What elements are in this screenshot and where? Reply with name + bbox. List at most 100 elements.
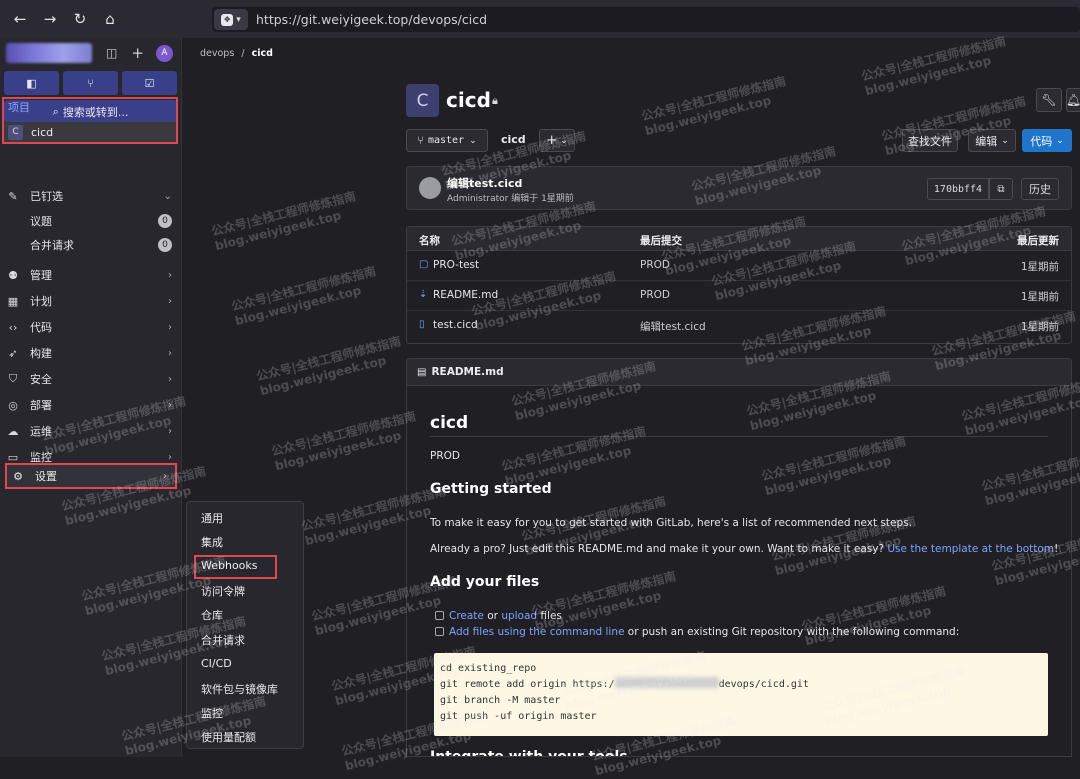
instance-logo[interactable] — [6, 43, 92, 63]
branch-icon: ⑂ — [417, 134, 424, 147]
branch-selector[interactable]: ⑂ master ⌄ — [406, 129, 488, 152]
calendar-icon: ▦ — [7, 294, 19, 308]
upload-link[interactable]: upload — [501, 610, 537, 622]
watermark: 公众号|全栈工程师修炼指南 blog.weiyigeek.top — [255, 334, 403, 399]
code-block: cd existing_repo git remote add origin h… — [434, 653, 1048, 736]
find-file-button[interactable]: 查找文件 — [902, 129, 958, 152]
repo-path[interactable]: cicd — [501, 133, 526, 146]
readme-paragraph: Already a pro? Just edit this README.md … — [430, 543, 1059, 555]
sidebar-item-deploy[interactable]: ◎ 部署 › — [6, 395, 176, 415]
table-header: 名称 最后提交 最后更新 — [407, 227, 1071, 251]
watermark: 公众号|全栈工程师修炼指南 blog.weiyigeek.top — [230, 264, 378, 329]
task-item: Create or upload files — [435, 610, 562, 622]
task-checkbox[interactable] — [435, 627, 444, 636]
breadcrumb-project[interactable]: cicd — [252, 48, 273, 59]
count-badge: 0 — [158, 214, 172, 228]
reload-icon[interactable]: ↻ — [66, 5, 94, 33]
add-dropdown-button[interactable]: + ⌄ — [539, 129, 575, 152]
url-text[interactable]: https://git.weiyigeek.top/devops/cicd — [256, 12, 487, 27]
back-icon[interactable]: ← — [6, 5, 34, 33]
chevron-down-icon: ⌄ — [560, 135, 568, 146]
edit-dropdown-button[interactable]: 编辑 ⌄ — [968, 129, 1016, 152]
monitor-icon: ▭ — [7, 450, 19, 464]
site-info-icon[interactable]: ❖ ▾ — [214, 9, 248, 30]
sidebar-item-settings[interactable]: ⚙ 设置 › — [5, 463, 177, 489]
watermark: 公众号|全栈工程师修炼指南 blog.weiyigeek.top — [640, 74, 788, 139]
chevron-right-icon: › — [168, 373, 172, 385]
users-icon: ⚉ — [8, 268, 18, 282]
menu-item-packages-registries[interactable]: 软件包与镜像库 — [201, 681, 278, 697]
task-checkbox[interactable] — [435, 611, 444, 620]
sidebar-item-pinned[interactable]: ✎ 已钉选 ⌄ — [6, 186, 176, 206]
menu-item-merge-requests[interactable]: 合并请求 — [201, 632, 245, 648]
menu-item-integrations[interactable]: 集成 — [201, 534, 223, 550]
create-link[interactable]: Create — [449, 610, 484, 622]
copy-sha-button[interactable]: ⧉ — [989, 178, 1013, 200]
table-row[interactable]: ⇣ README.md PROD 1星期前 — [407, 281, 1071, 311]
rocket-icon: ➶ — [8, 346, 18, 360]
menu-item-access-tokens[interactable]: 访问令牌 — [201, 583, 245, 599]
table-row[interactable]: ▯ test.cicd 编辑test.cicd 1星期前 — [407, 311, 1071, 341]
todo-shortcut-icon[interactable]: ☑ — [122, 71, 177, 95]
sidebar-item-issues[interactable]: 议题 0 — [6, 211, 176, 231]
browser-toolbar: ← → ↻ ⌂ ❖ ▾ https://git.weiyigeek.top/dev… — [0, 0, 1080, 38]
merge-requests-shortcut-icon[interactable]: ⑂ — [63, 71, 118, 95]
gear-icon: ⚙ — [13, 469, 23, 483]
breadcrumb-group[interactable]: devops — [200, 48, 234, 59]
history-button[interactable]: 历史 — [1021, 178, 1059, 200]
commit-meta: Administrator 编辑于 1星期前 — [447, 194, 574, 204]
command-line-link[interactable]: Add files using the command line — [449, 626, 624, 638]
sidebar-item-plan[interactable]: ▦ 计划 › — [6, 291, 176, 311]
menu-item-monitor[interactable]: 监控 — [201, 705, 223, 721]
sidebar-item-code[interactable]: ‹› 代码 › — [6, 317, 176, 337]
template-link[interactable]: Use the template at the bottom — [887, 543, 1054, 555]
pin-icon: ✎ — [8, 189, 18, 203]
copy-icon: ⧉ — [997, 183, 1005, 195]
sidebar-item-operate[interactable]: ☁ 运维 › — [6, 421, 176, 441]
chevron-down-icon: ⌄ — [1001, 135, 1009, 146]
readme-header: ▤ README.md — [407, 359, 1071, 386]
issues-shortcut-icon[interactable]: ◧ — [4, 71, 59, 95]
avatar[interactable] — [419, 177, 441, 199]
address-bar[interactable]: ❖ ▾ https://git.weiyigeek.top/devops/cicd — [212, 7, 1080, 32]
sidebar-item-manage[interactable]: ⚉ 管理 › — [6, 265, 176, 285]
commit-sha[interactable]: 170bbff4 — [927, 178, 989, 200]
menu-item-general[interactable]: 通用 — [201, 510, 223, 526]
sidebar-item-merge-requests[interactable]: 合并请求 0 — [6, 235, 176, 255]
breadcrumb: devops / cicd — [200, 48, 273, 59]
avatar[interactable]: A — [155, 44, 173, 62]
menu-item-webhooks[interactable]: Webhooks — [201, 559, 258, 572]
sidebar-project-cicd[interactable]: C cicd — [4, 122, 176, 142]
admin-wrench-button[interactable]: 🔧︎ — [1036, 88, 1062, 112]
commit-message[interactable]: 编辑test.cicd — [447, 175, 522, 191]
code-icon: ‹› — [8, 320, 18, 334]
menu-item-usage-quotas[interactable]: 使用量配额 — [201, 729, 256, 745]
home-icon[interactable]: ⌂ — [96, 5, 124, 33]
sidebar-toggle-icon[interactable]: ◫ — [106, 46, 117, 60]
chevron-right-icon: › — [168, 399, 172, 411]
watermark: 公众号|全栈工程师修炼指南 blog.weiyigeek.top — [210, 189, 358, 254]
operate-icon: ☁ — [7, 424, 19, 438]
readme-panel: ▤ README.md cicd PROD Getting started To… — [406, 358, 1072, 757]
table-row[interactable]: ▢ PRO-test PROD 1星期前 — [407, 251, 1071, 281]
code-dropdown-button[interactable]: 代码 ⌄ — [1022, 129, 1072, 152]
forward-icon[interactable]: → — [36, 5, 64, 33]
shield-icon: ⛉ — [8, 372, 18, 385]
sidebar-item-build[interactable]: ➶ 构建 › — [6, 343, 176, 363]
new-item-icon[interactable]: + — [131, 44, 144, 62]
notification-button[interactable]: 🔔︎ — [1066, 88, 1080, 112]
watermark: 公众号|全栈工程师修炼指南 blog.weiyigeek.top — [860, 34, 1008, 99]
sidebar-item-secure[interactable]: ⛉ 安全 › — [6, 369, 176, 389]
section-title: 项目 — [8, 101, 30, 114]
project-name: cicd — [31, 125, 54, 139]
heading-getting-started: Getting started — [430, 481, 552, 497]
chevron-down-icon: ⌄ — [469, 135, 477, 146]
menu-item-cicd[interactable]: CI/CD — [201, 657, 232, 670]
settings-flyout-menu: 通用 集成 Webhooks 访问令牌 仓库 合并请求 CI/CD 软件包与镜像… — [186, 501, 304, 749]
file-icon: ▯ — [419, 319, 425, 330]
readme-filename[interactable]: README.md — [431, 366, 503, 378]
chevron-down-icon: ⌄ — [163, 190, 172, 202]
chevron-right-icon: › — [168, 425, 172, 437]
chevron-down-icon: ⌄ — [1056, 135, 1064, 146]
menu-item-repository[interactable]: 仓库 — [201, 607, 223, 623]
